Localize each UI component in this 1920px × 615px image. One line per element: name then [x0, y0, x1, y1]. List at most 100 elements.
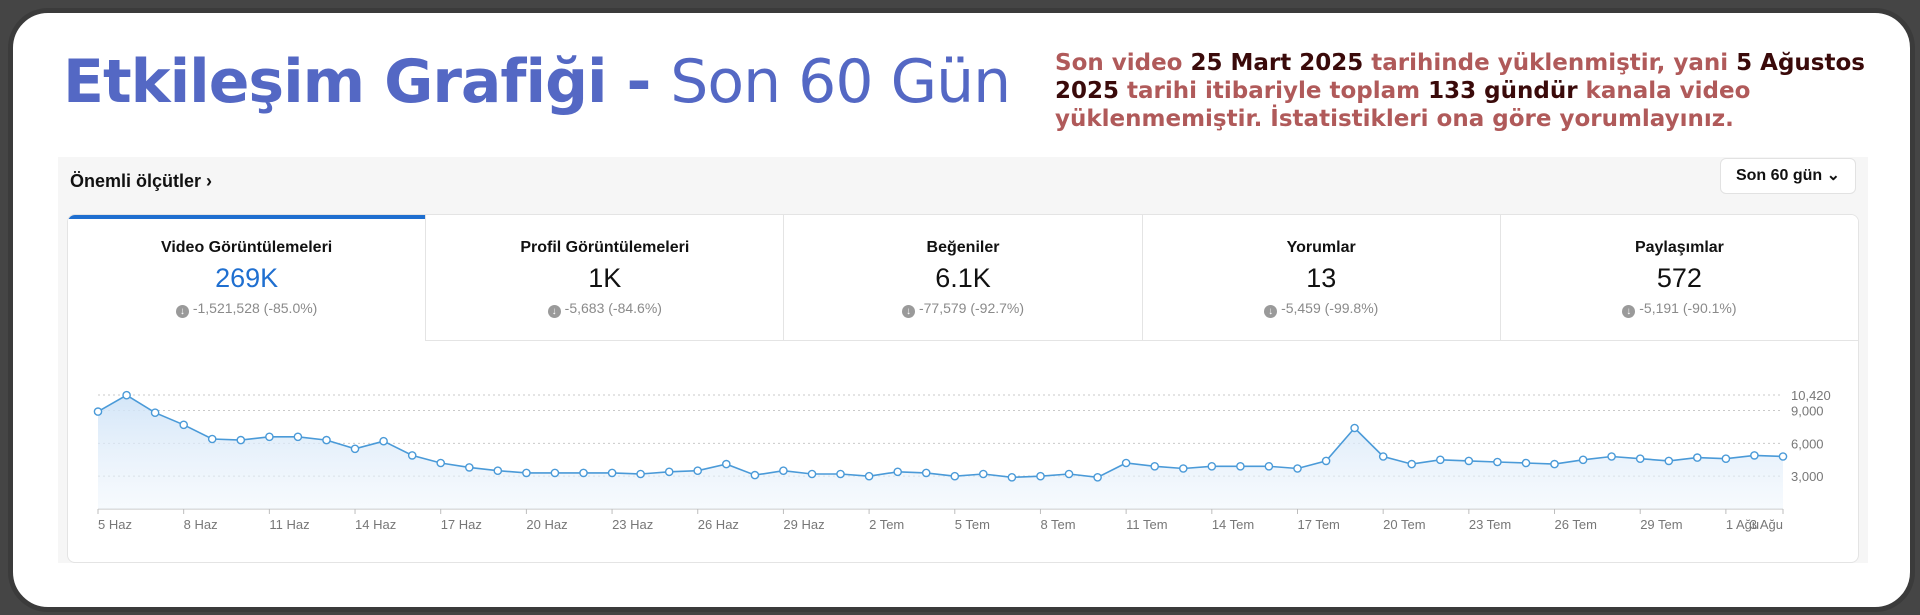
arrow-down-icon: ↓ — [547, 305, 561, 318]
arrow-down-icon: ↓ — [901, 305, 915, 318]
data-point — [750, 470, 760, 480]
title-light: Son 60 Gün — [670, 47, 1011, 117]
data-point — [379, 436, 388, 446]
tab-change: ↓ -5,191 (-90.1%) — [1501, 300, 1858, 318]
data-point — [893, 467, 903, 477]
data-point — [1093, 473, 1102, 482]
data-point — [722, 459, 731, 469]
data-point — [1407, 459, 1416, 469]
data-point — [1264, 462, 1274, 471]
data-point — [1550, 459, 1559, 469]
data-point — [179, 420, 188, 430]
page-title: Etkileşim Grafiği - Son 60 Gün — [63, 47, 1011, 117]
tab-change: ↓ -77,579 (-92.7%) — [784, 300, 1141, 318]
data-point — [1778, 452, 1788, 461]
x-tick-label: 20 Tem — [1383, 517, 1425, 532]
x-tick-label: 11 Tem — [1126, 517, 1167, 532]
tab-change-text: -77,579 (-92.7%) — [918, 300, 1025, 316]
data-point — [1378, 452, 1388, 461]
tab-change-text: -5,191 (-90.1%) — [1639, 300, 1737, 316]
data-point — [1350, 423, 1359, 433]
data-point — [207, 434, 217, 444]
tab-label: Yorumlar — [1286, 239, 1356, 256]
series-area — [98, 395, 1783, 509]
title-bold: Etkileşim Grafiği - — [63, 47, 671, 117]
data-point — [1578, 455, 1588, 465]
y-tick-label: 9,000 — [1791, 404, 1824, 419]
x-tick-label: 29 Tem — [1640, 517, 1682, 532]
tab-profile-views[interactable]: Profil Görüntülemeleri 1K ↓ -5,683 (-84.6… — [426, 215, 785, 341]
tab-value: 572 — [1656, 263, 1702, 293]
data-point — [1150, 462, 1159, 471]
note-part-3: tarihi itibariyle toplam — [1119, 78, 1429, 104]
data-point — [464, 463, 474, 472]
x-tick-label: 14 Haz — [355, 517, 396, 532]
data-point — [1521, 458, 1531, 468]
date-range-dropdown[interactable]: Son 60 gün ⌄ — [1720, 158, 1856, 194]
data-point — [779, 466, 788, 475]
tab-value: 6.1K — [935, 263, 991, 293]
tab-change: ↓ -5,683 (-84.6%) — [426, 300, 783, 318]
data-point — [1007, 473, 1017, 482]
upload-note: Son video 25 Mart 2025 tarihinde yüklenm… — [1055, 49, 1885, 133]
key-metrics-link[interactable]: Önemli ölçütler › — [70, 171, 212, 192]
data-point — [1236, 462, 1245, 471]
data-point — [350, 444, 360, 454]
data-point — [1121, 458, 1131, 468]
data-point — [864, 471, 874, 481]
data-point — [921, 468, 931, 478]
data-point — [493, 466, 503, 475]
tab-change-text: -5,683 (-84.6%) — [564, 300, 662, 316]
data-point — [1693, 453, 1702, 462]
data-point — [950, 471, 960, 481]
x-tick-label: 23 Haz — [612, 517, 653, 532]
x-tick-label: 5 Tem — [955, 517, 990, 532]
x-tick-label: 14 Tem — [1212, 517, 1254, 532]
data-point — [807, 469, 817, 479]
data-point — [1635, 454, 1645, 463]
x-tick-label: 17 Tem — [1297, 517, 1339, 532]
analytics-panel: Önemli ölçütler › Son 60 gün ⌄ Video Gör… — [58, 157, 1868, 563]
tab-change: ↓ -5,459 (-99.8%) — [1143, 300, 1500, 318]
data-point — [1750, 451, 1759, 460]
x-tick-label: 26 Haz — [698, 517, 739, 532]
arrow-down-icon: ↓ — [1622, 305, 1636, 318]
tab-likes[interactable]: Beğeniler 6.1K ↓ -77,579 (-92.7%) — [784, 215, 1143, 341]
tab-video-views[interactable]: Video Görüntülemeleri 269K ↓ -1,521,528 (… — [68, 215, 427, 341]
x-tick-label: 11 Haz — [269, 517, 309, 532]
x-tick-label: 3 Ağu — [1750, 517, 1783, 532]
tab-shares[interactable]: Paylaşımlar 572 ↓ -5,191 (-90.1%) — [1500, 215, 1858, 341]
tab-comments[interactable]: Yorumlar 13 ↓ -5,459 (-99.8%) — [1142, 215, 1501, 341]
arrow-down-icon: ↓ — [1264, 305, 1278, 318]
data-point — [836, 469, 845, 479]
note-part-2: tarihinde yüklenmiştir, yani — [1363, 50, 1737, 76]
tab-change-text: -5,459 (-99.8%) — [1281, 300, 1379, 316]
data-point — [150, 408, 160, 418]
x-tick-label: 8 Tem — [1040, 517, 1075, 532]
arrow-down-icon: ↓ — [175, 305, 189, 318]
data-point — [1064, 469, 1074, 479]
x-tick-label: 2 Tem — [869, 517, 904, 532]
slide-frame: Etkileşim Grafiği - Son 60 Gün Son video… — [8, 8, 1915, 612]
data-point — [1321, 456, 1331, 466]
tab-value: 1K — [588, 263, 622, 293]
data-point — [607, 468, 617, 478]
x-tick-label: 17 Haz — [441, 517, 482, 532]
data-point — [265, 432, 274, 442]
x-tick-label: 26 Tem — [1555, 517, 1597, 532]
data-point — [1179, 464, 1188, 473]
data-point — [1036, 471, 1045, 481]
note-days-count: 133 gündür — [1428, 78, 1578, 104]
data-point — [236, 435, 246, 445]
data-point — [1207, 462, 1217, 471]
data-point — [1721, 454, 1731, 463]
data-point — [436, 458, 446, 468]
data-point — [522, 468, 531, 478]
tab-value: 13 — [1306, 263, 1337, 293]
data-point — [693, 466, 703, 475]
y-tick-label: 6,000 — [1791, 436, 1824, 451]
tab-label: Profil Görüntülemeleri — [520, 239, 690, 256]
data-point — [579, 468, 588, 478]
data-point — [1607, 452, 1616, 461]
x-tick-label: 29 Haz — [783, 517, 824, 532]
